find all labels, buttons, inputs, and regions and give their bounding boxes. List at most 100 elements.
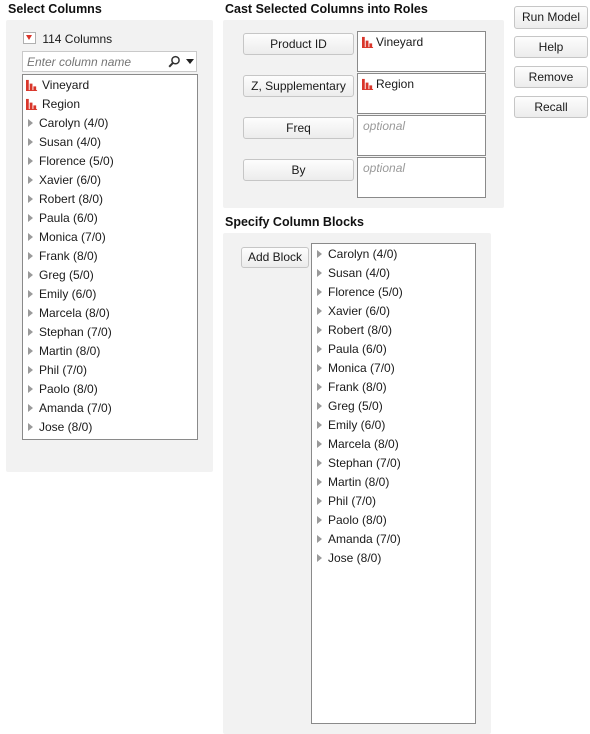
freq-role-button[interactable]: Freq xyxy=(243,117,354,139)
remove-button[interactable]: Remove xyxy=(514,66,588,88)
column-list-item-label: Susan (4/0) xyxy=(39,135,102,149)
column-list-item[interactable]: Florence (5/0) xyxy=(23,152,197,171)
expand-triangle-icon[interactable] xyxy=(28,175,33,184)
block-list-item-label: Carolyn (4/0) xyxy=(328,247,398,261)
column-list-item-label: Emily (6/0) xyxy=(39,287,97,301)
block-list-item[interactable]: Amanda (7/0) xyxy=(312,530,475,549)
column-list-item[interactable]: Phil (7/0) xyxy=(23,361,197,380)
expand-triangle-icon[interactable] xyxy=(28,346,33,355)
expand-triangle-icon[interactable] xyxy=(317,477,322,486)
by-role-button[interactable]: By xyxy=(243,159,354,181)
expand-triangle-icon[interactable] xyxy=(28,137,33,146)
block-list-item[interactable]: Monica (7/0) xyxy=(312,359,475,378)
add-block-button[interactable]: Add Block xyxy=(241,247,309,268)
expand-triangle-icon[interactable] xyxy=(317,382,322,391)
column-list-item[interactable]: Stephan (7/0) xyxy=(23,323,197,342)
block-list-item[interactable]: Paolo (8/0) xyxy=(312,511,475,530)
expand-triangle-icon[interactable] xyxy=(28,118,33,127)
block-list-item[interactable]: Susan (4/0) xyxy=(312,264,475,283)
expand-triangle-icon[interactable] xyxy=(28,384,33,393)
column-list-item[interactable]: Region xyxy=(23,95,197,114)
expand-triangle-icon[interactable] xyxy=(317,439,322,448)
column-list-item[interactable]: Robert (8/0) xyxy=(23,190,197,209)
search-options-chevron-icon[interactable] xyxy=(186,59,194,64)
expand-triangle-icon[interactable] xyxy=(317,401,322,410)
block-list-item[interactable]: Emily (6/0) xyxy=(312,416,475,435)
expand-triangle-icon[interactable] xyxy=(317,515,322,524)
block-list-item-label: Emily (6/0) xyxy=(328,418,386,432)
column-list-item[interactable]: Amanda (7/0) xyxy=(23,399,197,418)
block-list-item[interactable]: Stephan (7/0) xyxy=(312,454,475,473)
expand-triangle-icon[interactable] xyxy=(28,403,33,412)
expand-triangle-icon[interactable] xyxy=(317,458,322,467)
help-button[interactable]: Help xyxy=(514,36,588,58)
block-list-item[interactable]: Paula (6/0) xyxy=(312,340,475,359)
expand-triangle-icon[interactable] xyxy=(317,268,322,277)
search-icon[interactable] xyxy=(168,55,181,68)
column-list-item-label: Carolyn (4/0) xyxy=(39,116,109,130)
expand-triangle-icon[interactable] xyxy=(317,306,322,315)
run-model-button[interactable]: Run Model xyxy=(514,6,588,29)
column-list-item[interactable]: Vineyard xyxy=(23,76,197,95)
column-list-item[interactable]: Xavier (6/0) xyxy=(23,171,197,190)
expand-triangle-icon[interactable] xyxy=(317,287,322,296)
block-list-item[interactable]: Frank (8/0) xyxy=(312,378,475,397)
column-list-item[interactable]: Martin (8/0) xyxy=(23,342,197,361)
recall-button[interactable]: Recall xyxy=(514,96,588,118)
expand-triangle-icon[interactable] xyxy=(317,420,322,429)
block-list-item[interactable]: Xavier (6/0) xyxy=(312,302,475,321)
column-list-item-label: Stephan (7/0) xyxy=(39,325,112,339)
expand-triangle-icon[interactable] xyxy=(28,213,33,222)
blocks-title: Specify Column Blocks xyxy=(225,215,364,229)
expand-triangle-icon[interactable] xyxy=(317,344,322,353)
z-supplementary-role-box[interactable]: Region xyxy=(357,73,486,114)
search-input[interactable] xyxy=(25,53,167,70)
expand-triangle-icon[interactable] xyxy=(28,365,33,374)
column-list-item[interactable]: Jose (8/0) xyxy=(23,418,197,437)
expand-triangle-icon[interactable] xyxy=(28,270,33,279)
block-list-item-label: Frank (8/0) xyxy=(328,380,387,394)
block-list-item[interactable]: Greg (5/0) xyxy=(312,397,475,416)
freq-role-box[interactable]: optional xyxy=(357,115,486,156)
block-list-item-label: Robert (8/0) xyxy=(328,323,393,337)
expand-triangle-icon[interactable] xyxy=(317,325,322,334)
column-list[interactable]: Vineyard Region Carolyn (4/0) Susan (4/0) Fl… xyxy=(22,74,198,440)
by-role-box[interactable]: optional xyxy=(357,157,486,198)
column-list-item[interactable]: Greg (5/0) xyxy=(23,266,197,285)
block-list-item[interactable]: Martin (8/0) xyxy=(312,473,475,492)
expand-triangle-icon[interactable] xyxy=(28,232,33,241)
block-list-item[interactable]: Jose (8/0) xyxy=(312,549,475,568)
expand-triangle-icon[interactable] xyxy=(317,363,322,372)
column-list-item[interactable]: Carolyn (4/0) xyxy=(23,114,197,133)
product-id-role-box[interactable]: Vineyard xyxy=(357,31,486,72)
block-list-item[interactable]: Marcela (8/0) xyxy=(312,435,475,454)
block-list-item[interactable]: Phil (7/0) xyxy=(312,492,475,511)
expand-triangle-icon[interactable] xyxy=(317,249,322,258)
expand-triangle-icon[interactable] xyxy=(28,422,33,431)
column-list-item[interactable]: Emily (6/0) xyxy=(23,285,197,304)
role-placeholder: optional xyxy=(363,119,406,133)
column-list-item[interactable]: Frank (8/0) xyxy=(23,247,197,266)
column-list-item[interactable]: Monica (7/0) xyxy=(23,228,197,247)
role-value: Vineyard xyxy=(376,35,424,49)
column-list-item[interactable]: Susan (4/0) xyxy=(23,133,197,152)
expand-triangle-icon[interactable] xyxy=(28,194,33,203)
z-supplementary-role-button[interactable]: Z, Supplementary xyxy=(243,75,354,97)
product-id-role-button[interactable]: Product ID xyxy=(243,33,354,55)
block-list-item[interactable]: Florence (5/0) xyxy=(312,283,475,302)
block-list[interactable]: Carolyn (4/0) Susan (4/0) Florence (5/0) Xa… xyxy=(311,243,476,724)
expand-triangle-icon[interactable] xyxy=(317,534,322,543)
column-list-item[interactable]: Paula (6/0) xyxy=(23,209,197,228)
expand-triangle-icon[interactable] xyxy=(28,251,33,260)
expand-triangle-icon[interactable] xyxy=(28,289,33,298)
expand-triangle-icon[interactable] xyxy=(317,496,322,505)
expand-triangle-icon[interactable] xyxy=(317,553,322,562)
block-list-item[interactable]: Carolyn (4/0) xyxy=(312,245,475,264)
column-list-item[interactable]: Marcela (8/0) xyxy=(23,304,197,323)
expand-triangle-icon[interactable] xyxy=(28,327,33,336)
disclosure-icon[interactable] xyxy=(23,32,36,44)
expand-triangle-icon[interactable] xyxy=(28,156,33,165)
column-list-item[interactable]: Paolo (8/0) xyxy=(23,380,197,399)
expand-triangle-icon[interactable] xyxy=(28,308,33,317)
block-list-item[interactable]: Robert (8/0) xyxy=(312,321,475,340)
